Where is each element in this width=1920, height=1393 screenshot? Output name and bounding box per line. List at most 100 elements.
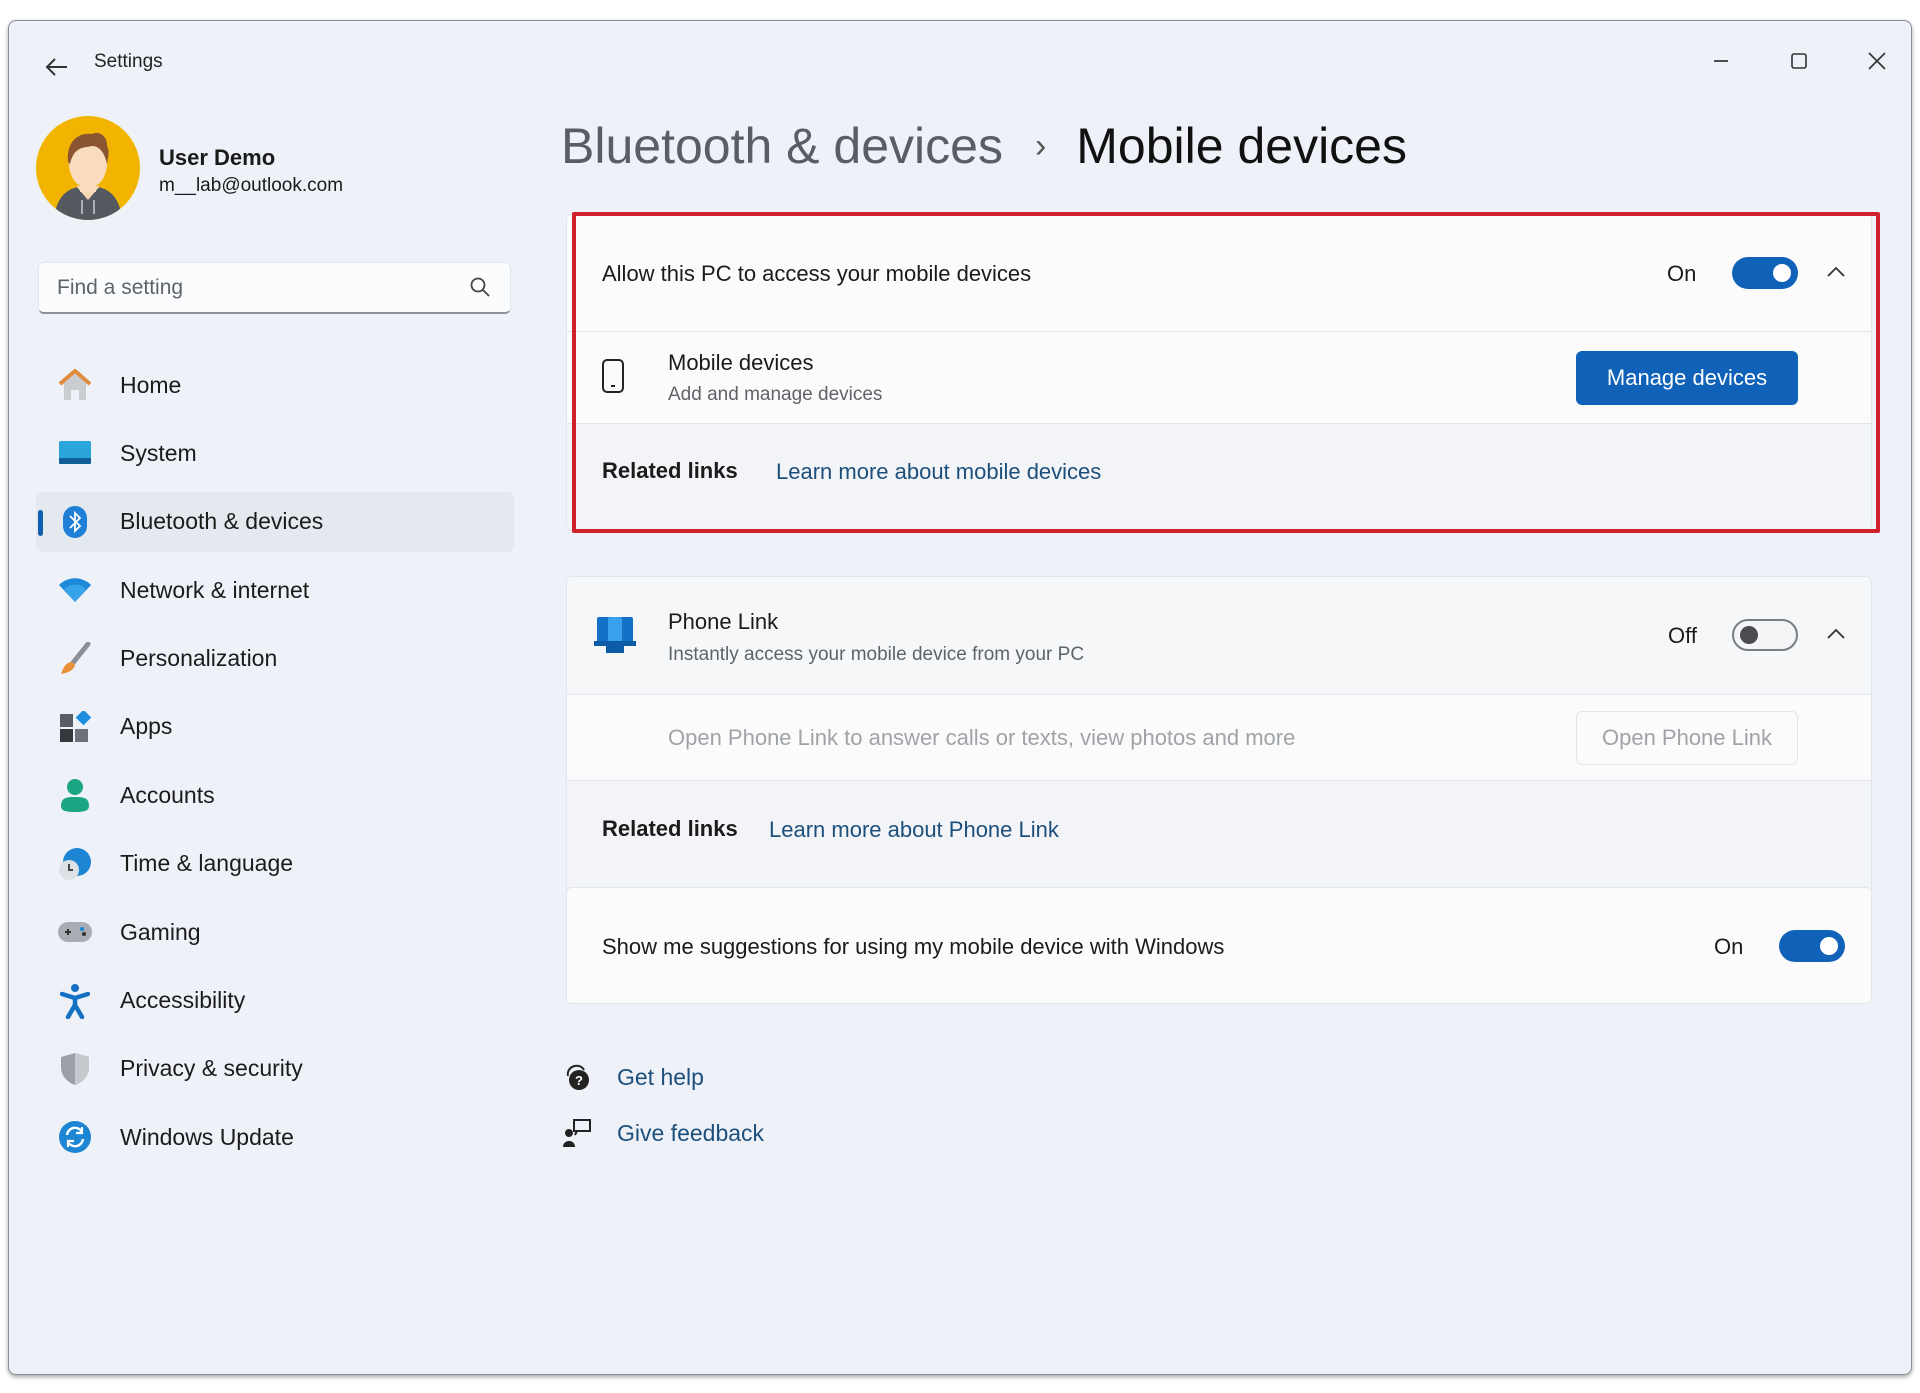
accessibility-icon [56,982,94,1020]
sidebar-item-apps[interactable]: Apps [36,697,514,757]
suggestions-title: Show me suggestions for using my mobile … [602,934,1225,959]
phone-icon [601,358,625,399]
sidebar-item-label: Network & internet [120,576,310,603]
mobile-devices-row: Mobile devices Add and manage devices Ma… [567,332,1871,424]
phone-link-toggle[interactable] [1732,619,1798,651]
toggle-knob [1820,937,1838,955]
sidebar-item-label: Time & language [120,850,294,877]
get-help-icon: ? [561,1061,593,1093]
user-email: m__lab@outlook.com [159,175,344,196]
open-phone-link-text: Open Phone Link to answer calls or texts… [668,725,1296,750]
sidebar-item-personalization[interactable]: Personalization [36,629,514,689]
toggle-knob [1740,626,1758,644]
give-feedback-link[interactable]: Give feedback [561,1117,764,1149]
mobile-access-title: Allow this PC to access your mobile devi… [602,261,1032,286]
mobile-access-toggle[interactable] [1732,257,1798,289]
sidebar-item-label: Apps [120,713,173,740]
mobile-related-links-row: Related links Learn more about mobile de… [567,424,1871,530]
sidebar-nav: Home System Bluetooth & devices Network … [36,355,514,1176]
phone-link-card: Phone Link Instantly access your mobile … [566,576,1872,901]
chevron-up-icon [1827,266,1845,277]
mobile-access-header[interactable]: Allow this PC to access your mobile devi… [567,215,1871,332]
phone-link-state: Off [1668,623,1697,648]
breadcrumb: Bluetooth & devices › Mobile devices [561,117,1407,175]
collapse-chevron-button[interactable] [1821,257,1851,287]
search-icon[interactable] [468,275,492,299]
sidebar-item-bluetooth[interactable]: Bluetooth & devices [36,491,514,552]
sidebar-item-label: Windows Update [120,1123,294,1150]
system-icon [56,434,94,472]
home-icon [56,366,94,404]
open-phone-link-button[interactable]: Open Phone Link [1576,711,1798,765]
minimize-button[interactable] [1691,41,1751,81]
brush-icon [56,640,94,678]
shield-icon [56,1050,94,1088]
suggestions-card: Show me suggestions for using my mobile … [566,887,1872,1004]
avatar[interactable] [36,116,140,220]
sidebar-item-label: Gaming [120,918,201,945]
sidebar-item-accessibility[interactable]: Accessibility [36,971,514,1031]
minimize-icon [1714,60,1728,62]
app-title: Settings [94,51,163,72]
active-indicator [38,509,43,536]
give-feedback-icon [561,1117,593,1149]
settings-window: Settings User Demo m__lab@outlook.com Fi… [8,20,1912,1375]
open-phone-link-row: Open Phone Link to answer calls or texts… [567,695,1871,781]
sidebar-item-privacy[interactable]: Privacy & security [36,1039,514,1099]
learn-more-phone-link-link[interactable]: Learn more about Phone Link [769,817,1059,843]
phone-link-subtitle: Instantly access your mobile device from… [668,644,1085,665]
sidebar-item-gaming[interactable]: Gaming [36,902,514,962]
suggestions-state: On [1714,934,1744,959]
suggestions-toggle[interactable] [1779,930,1845,962]
mobile-devices-subtitle: Add and manage devices [668,384,883,405]
give-feedback-label: Give feedback [617,1119,765,1146]
get-help-link[interactable]: ? Get help [561,1061,704,1093]
sidebar-item-label: System [120,439,197,466]
sidebar-item-accounts[interactable]: Accounts [36,765,514,825]
phone-link-related-links-row: Related links Learn more about Phone Lin… [567,781,1871,900]
chevron-up-icon [1827,628,1845,639]
sidebar-item-label: Privacy & security [120,1055,303,1082]
mobile-access-state: On [1667,261,1697,286]
user-name: User Demo [159,145,276,170]
collapse-chevron-button[interactable] [1821,619,1851,649]
related-links-label: Related links [602,816,738,841]
phone-link-app-icon [594,615,636,660]
sidebar-item-windows-update[interactable]: Windows Update [36,1107,514,1167]
sidebar-item-label: Accounts [120,781,215,808]
user-avatar-icon [54,132,122,220]
sidebar-item-home[interactable]: Home [36,355,514,415]
page-title: Mobile devices [1076,118,1407,174]
sidebar-item-label: Home [120,371,182,398]
manage-devices-button[interactable]: Manage devices [1576,351,1798,405]
breadcrumb-parent[interactable]: Bluetooth & devices [561,117,1003,175]
suggestions-row[interactable]: Show me suggestions for using my mobile … [567,888,1871,1003]
back-button[interactable] [37,49,77,85]
sidebar-item-label: Personalization [120,645,278,672]
close-button[interactable] [1847,41,1907,81]
breadcrumb-separator-icon: › [1034,126,1047,165]
mobile-devices-title: Mobile devices [668,350,814,375]
apps-icon [56,708,94,746]
wifi-icon [56,571,94,609]
bluetooth-icon [56,503,94,541]
svg-text:?: ? [575,1073,583,1088]
toggle-knob [1773,264,1791,282]
sidebar-item-system[interactable]: System [36,423,514,483]
gamepad-icon [56,913,94,951]
get-help-label: Get help [617,1063,704,1090]
sidebar-item-label: Bluetooth & devices [120,508,324,535]
maximize-button[interactable] [1769,41,1829,81]
search-input[interactable] [55,263,459,313]
update-icon [56,1118,94,1156]
sidebar-item-time-language[interactable]: Time & language [36,834,514,894]
sidebar-item-network[interactable]: Network & internet [36,560,514,620]
phone-link-header[interactable]: Phone Link Instantly access your mobile … [567,577,1871,695]
sidebar-item-label: Accessibility [120,987,246,1014]
learn-more-mobile-devices-link[interactable]: Learn more about mobile devices [776,459,1101,485]
back-arrow-icon [45,58,67,76]
person-icon [56,776,94,814]
related-links-label: Related links [602,458,738,483]
search-box[interactable] [38,262,511,314]
close-icon [1868,52,1886,70]
